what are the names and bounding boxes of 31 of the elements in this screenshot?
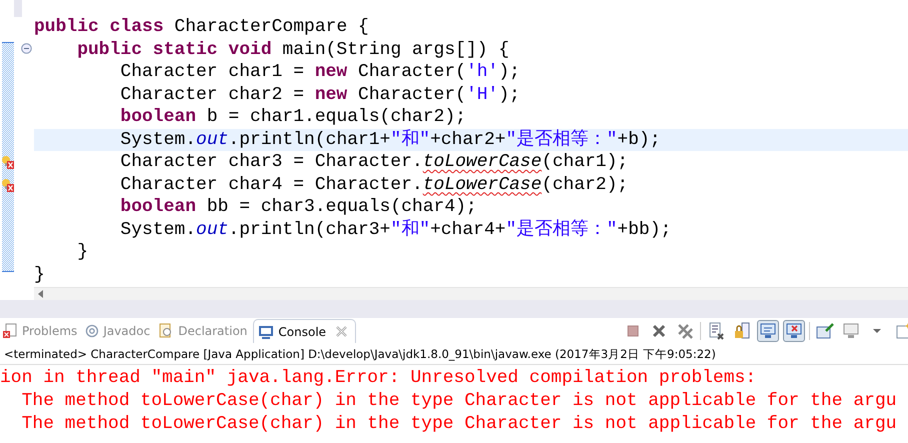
code-line: Character char2 = new Character('H'); <box>119 84 522 106</box>
code-editor[interactable] <box>0 0 908 300</box>
code-line: System.out.println(char3+"和"+char4+"是否相等："+bb); <box>119 218 672 241</box>
horizontal-scrollbar[interactable] <box>34 287 908 300</box>
view-tab[interactable]: Javadoc <box>83 319 156 343</box>
console-icon <box>258 324 274 340</box>
code-line: boolean bb = char3.equals(char4); <box>119 196 478 218</box>
console-error-line: The method toLowerCase(char) in the type Character is not applicable for the argu <box>20 413 898 436</box>
scroll-left-icon[interactable] <box>38 290 44 298</box>
code-line: public class CharacterCompare { <box>34 16 370 38</box>
error-lightbulb-icon[interactable] <box>1 155 14 169</box>
code-line: Character char3 = Character.toLowerCase(char1); <box>119 151 630 174</box>
error-lightbulb-icon[interactable] <box>1 178 14 192</box>
console-error-line: ion in thread "main" java.lang.Error: Unresolved compilation problems: <box>0 367 758 390</box>
code-line: } <box>76 241 89 264</box>
code-line: Character char4 = Character.toLowerCase(char2); <box>119 174 630 196</box>
view-tab[interactable]: Declaration <box>156 319 254 343</box>
monitor-error-icon[interactable] <box>783 320 805 342</box>
console-status-text: <terminated> CharacterCompare [Java Application] D:\develop\Java\jdk1.8.0_91\bin\javaw.exe (2017年3月2日 下午9:05:22) <box>0 343 908 365</box>
ruler-marker <box>14 0 22 17</box>
view-tab[interactable]: Problems <box>0 319 84 343</box>
code-line: public static void main(String args[]) { <box>76 38 510 61</box>
close-icon[interactable] <box>336 326 348 337</box>
code-line: } <box>34 264 46 286</box>
console-error-line: The method toLowerCase(char) in the type Character is not applicable for the argu <box>20 390 898 413</box>
code-line: Character char1 = new Character('h'); <box>119 61 522 84</box>
view-tab[interactable]: Console <box>253 319 356 343</box>
collapse-icon[interactable] <box>21 42 32 54</box>
monitor-icon[interactable] <box>757 320 779 342</box>
code-line: boolean b = char1.equals(char2); <box>119 106 468 128</box>
at-sign-icon <box>85 324 100 338</box>
